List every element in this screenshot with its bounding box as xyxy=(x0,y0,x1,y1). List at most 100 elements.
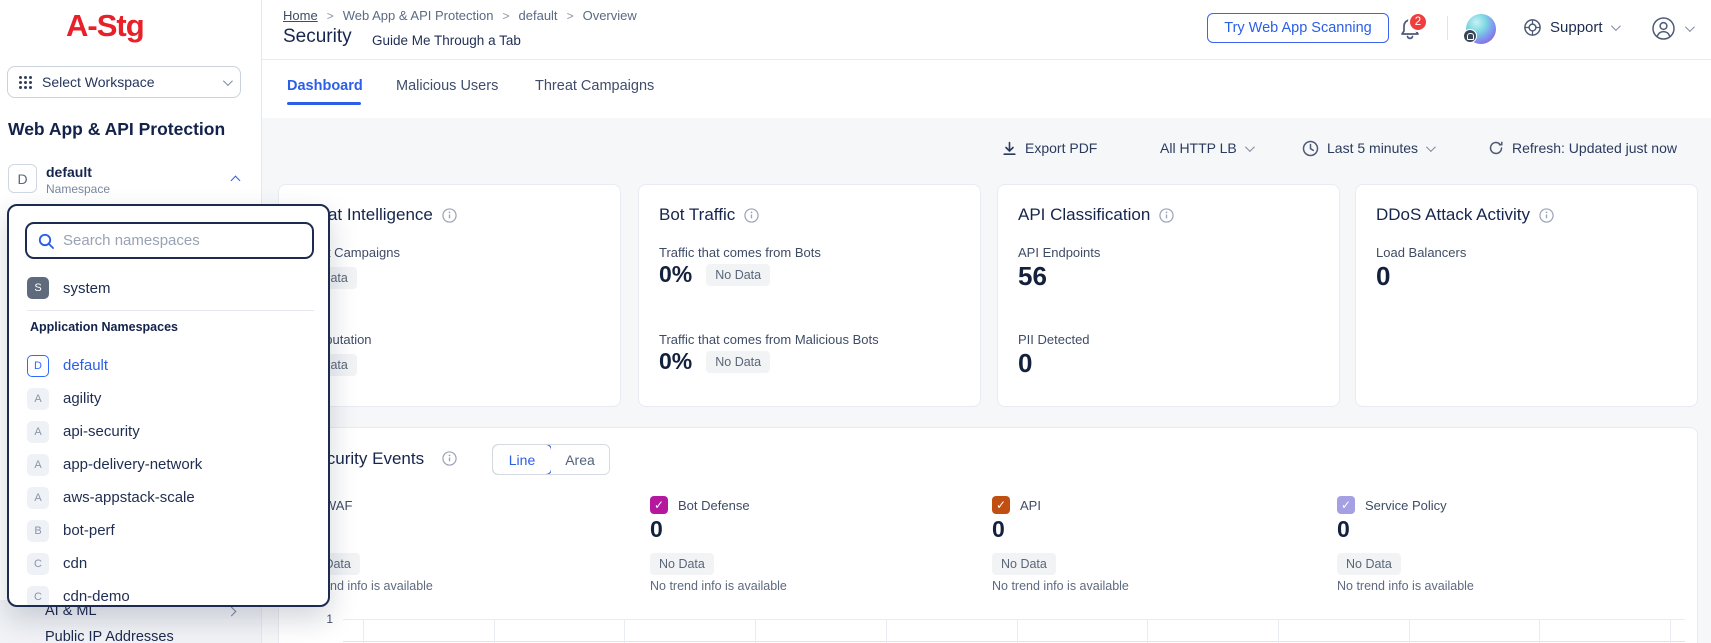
namespace-option-aws-appstack-scale[interactable]: A aws-appstack-scale xyxy=(27,481,314,514)
card-ddos-attack-activity: DDoS Attack Activity Load Balancers 0 xyxy=(1355,184,1698,407)
breadcrumb-namespace-link[interactable]: default xyxy=(519,8,558,23)
namespace-search-input[interactable] xyxy=(63,232,302,249)
sidebar-item-public-ip[interactable]: Public IP Addresses xyxy=(45,629,174,643)
metric-value: 0% xyxy=(659,348,692,375)
chart-gridline xyxy=(1409,619,1410,643)
info-icon[interactable] xyxy=(744,208,759,223)
trend-text: No trend info is available xyxy=(992,579,1129,593)
namespace-option-bot-perf[interactable]: B bot-perf xyxy=(27,514,314,547)
application-namespaces-heading: Application Namespaces xyxy=(30,320,178,334)
export-pdf-button[interactable]: Export PDF xyxy=(1002,134,1097,162)
chart-gridline xyxy=(1017,619,1018,643)
refresh-button[interactable]: Refresh: Updated just now xyxy=(1488,134,1677,162)
legend-checkbox[interactable]: ✓ xyxy=(650,496,668,514)
chart-gridline xyxy=(1670,619,1671,643)
divider xyxy=(27,310,314,311)
namespace-search-box xyxy=(25,222,314,259)
namespace-option-initial: C xyxy=(27,586,49,608)
download-icon xyxy=(1002,141,1017,156)
legend-value: 0 xyxy=(650,516,663,543)
refresh-icon xyxy=(1488,140,1504,156)
namespace-option-cdn-demo[interactable]: C cdn-demo xyxy=(27,580,314,607)
search-icon xyxy=(37,232,55,250)
namespace-option-agility[interactable]: A agility xyxy=(27,382,314,415)
legend-value: 0 xyxy=(992,516,1005,543)
info-icon[interactable] xyxy=(1539,208,1554,223)
legend-checkbox[interactable]: ✓ xyxy=(1337,496,1355,514)
info-icon[interactable] xyxy=(1159,208,1174,223)
notifications-button[interactable]: 2 xyxy=(1398,16,1432,48)
main-content: Home > Web App & API Protection > defaul… xyxy=(262,0,1711,643)
lifebuoy-icon xyxy=(1523,18,1542,37)
metric-label: API Endpoints xyxy=(1018,245,1100,260)
tab-threat-campaigns[interactable]: Threat Campaigns xyxy=(535,78,654,94)
breadcrumb-waap-link[interactable]: Web App & API Protection xyxy=(343,8,494,23)
page-header: Home > Web App & API Protection > defaul… xyxy=(262,0,1711,60)
namespace-option-system[interactable]: S system xyxy=(27,270,314,306)
namespace-option-default[interactable]: D default xyxy=(27,349,314,382)
support-menu[interactable]: Support xyxy=(1523,18,1618,37)
active-tab-underline xyxy=(287,102,361,105)
time-range-dropdown[interactable]: Last 5 minutes xyxy=(1302,134,1433,162)
divider xyxy=(1447,16,1448,40)
info-icon[interactable] xyxy=(442,451,457,466)
metric-value: 56 xyxy=(1018,261,1047,292)
card-api-classification: API Classification API Endpoints 56 PII … xyxy=(997,184,1340,407)
chart-gridline xyxy=(363,619,364,643)
chevron-down-icon xyxy=(1245,142,1255,152)
workspace-selector-label: Select Workspace xyxy=(42,74,214,90)
try-web-app-scanning-button[interactable]: Try Web App Scanning xyxy=(1207,13,1389,43)
namespace-option-app-delivery-network[interactable]: A app-delivery-network xyxy=(27,448,314,481)
chevron-down-icon xyxy=(223,76,233,86)
metric-label: Traffic that comes from Bots xyxy=(659,245,821,260)
trend-text: No trend info is available xyxy=(650,579,787,593)
security-events-panel: Security Events Line Area ✓WAF 0 No Data… xyxy=(278,427,1698,643)
legend-checkbox[interactable]: ✓ xyxy=(992,496,1010,514)
namespace-option-cdn[interactable]: C cdn xyxy=(27,547,314,580)
brand-logo: A-Stg xyxy=(66,8,144,44)
namespace-option-initial: C xyxy=(27,553,49,575)
chart-gridline xyxy=(1539,619,1540,643)
card-bot-traffic: Bot Traffic Traffic that comes from Bots… xyxy=(638,184,981,407)
tab-malicious-users[interactable]: Malicious Users xyxy=(396,78,498,94)
info-icon[interactable] xyxy=(442,208,457,223)
chevron-down-icon xyxy=(1426,142,1436,152)
no-data-badge: No Data xyxy=(706,264,770,286)
breadcrumb-home-link[interactable]: Home xyxy=(283,8,318,23)
chart-gridline xyxy=(343,619,1685,620)
chart-gridline xyxy=(886,619,887,643)
metric-label: PII Detected xyxy=(1018,332,1090,347)
grid-icon xyxy=(18,75,33,90)
dashboard-toolbar: Export PDF All HTTP LB Last 5 minutes Re… xyxy=(262,134,1711,162)
y-axis-tick: 1 xyxy=(309,612,333,626)
namespace-initial-badge: D xyxy=(8,164,37,193)
no-data-badge: No Data xyxy=(650,553,714,575)
tab-dashboard[interactable]: Dashboard xyxy=(287,78,363,94)
chart-gridline xyxy=(494,619,495,643)
chart-type-toggle: Line Area xyxy=(492,444,610,475)
namespace-option-initial: S xyxy=(27,277,49,299)
metric-value: 0 xyxy=(1018,348,1032,379)
ai-assistant-icon[interactable] xyxy=(1466,14,1496,44)
namespace-option-api-security[interactable]: A api-security xyxy=(27,415,314,448)
namespace-option-initial: D xyxy=(27,355,49,377)
guide-me-link[interactable]: Guide Me Through a Tab xyxy=(372,33,521,48)
namespace-option-initial: B xyxy=(27,520,49,542)
metric-value: 0 xyxy=(1376,261,1390,292)
toggle-line[interactable]: Line xyxy=(492,444,552,475)
workspace-selector[interactable]: Select Workspace xyxy=(7,66,241,98)
toggle-area[interactable]: Area xyxy=(551,445,609,474)
page-title: Security xyxy=(283,26,352,48)
no-data-badge: No Data xyxy=(706,351,770,373)
namespace-selector[interactable]: D default Namespace xyxy=(8,164,248,198)
namespace-options-list: D default A agility A api-security A app… xyxy=(27,349,314,607)
namespace-dropdown: S system Application Namespaces D defaul… xyxy=(7,204,330,607)
metric-value: 0% xyxy=(659,261,692,288)
chevron-down-icon xyxy=(1685,22,1695,32)
account-menu[interactable] xyxy=(1651,16,1692,41)
breadcrumb: Home > Web App & API Protection > defaul… xyxy=(283,8,637,23)
breadcrumb-current: Overview xyxy=(583,8,637,23)
chart-gridline xyxy=(343,641,1685,642)
no-data-badge: No Data xyxy=(992,553,1056,575)
lb-filter-dropdown[interactable]: All HTTP LB xyxy=(1160,134,1252,162)
